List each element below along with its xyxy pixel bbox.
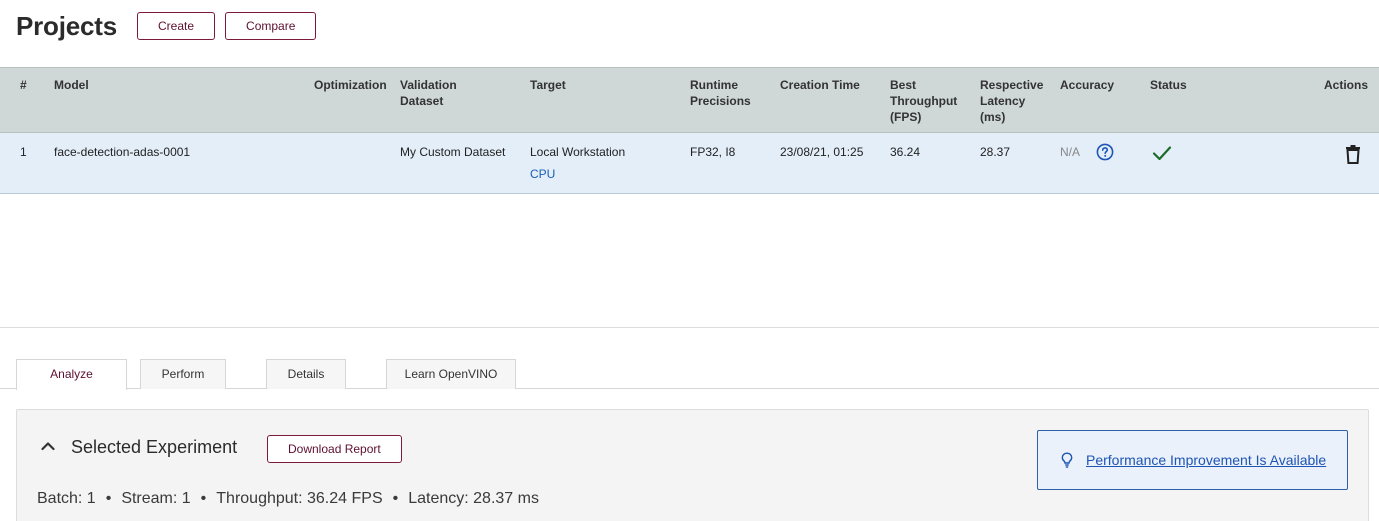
summary-separator: • bbox=[105, 490, 112, 507]
column-header-status[interactable]: Status bbox=[1150, 77, 1187, 93]
column-header-best-throughput[interactable]: Best Throughput (FPS) bbox=[890, 77, 960, 125]
row-target-name: Local Workstation bbox=[530, 145, 626, 159]
column-header-model[interactable]: Model bbox=[54, 77, 89, 93]
experiment-summary: Batch: 1 • Stream: 1 • Throughput: 36.24… bbox=[37, 490, 539, 508]
column-header-actions: Actions bbox=[1324, 78, 1369, 92]
row-target: Local Workstation CPU bbox=[530, 144, 625, 182]
summary-latency: Latency: 28.37 ms bbox=[408, 490, 539, 507]
section-divider bbox=[0, 327, 1379, 328]
projects-table: # Model Optimization Validation Dataset … bbox=[0, 67, 1379, 194]
row-validation-dataset: My Custom Dataset bbox=[400, 145, 506, 159]
summary-stream: Stream: 1 bbox=[121, 490, 191, 507]
trash-icon[interactable] bbox=[1344, 144, 1362, 164]
summary-separator: • bbox=[200, 490, 207, 507]
compare-button[interactable]: Compare bbox=[225, 12, 317, 40]
row-respective-latency: 28.37 bbox=[980, 145, 1011, 159]
tab-analyze[interactable]: Analyze bbox=[16, 359, 127, 390]
column-header-num[interactable]: # bbox=[20, 77, 27, 93]
panel-title: Selected Experiment bbox=[71, 437, 238, 457]
summary-batch: Batch: 1 bbox=[37, 490, 96, 507]
row-creation-time: 23/08/21, 01:25 bbox=[780, 145, 864, 159]
question-circle-icon[interactable] bbox=[1096, 143, 1114, 161]
row-accuracy: N/A bbox=[1060, 145, 1081, 159]
performance-improvement-link[interactable]: Performance Improvement Is Available bbox=[1086, 452, 1326, 468]
performance-hint-box: Performance Improvement Is Available bbox=[1037, 430, 1348, 490]
tab-bar: Analyze Perform Details Learn OpenVINO bbox=[0, 359, 1379, 390]
row-number: 1 bbox=[20, 145, 27, 159]
column-header-accuracy[interactable]: Accuracy bbox=[1060, 77, 1114, 93]
page-header: Projects Create Compare bbox=[16, 10, 326, 41]
page-title: Projects bbox=[16, 10, 118, 41]
create-button[interactable]: Create bbox=[137, 12, 216, 40]
summary-separator: • bbox=[392, 490, 399, 507]
column-header-target[interactable]: Target bbox=[530, 77, 566, 93]
column-header-validation-dataset[interactable]: Validation Dataset bbox=[400, 77, 480, 109]
row-best-throughput: 36.24 bbox=[890, 145, 921, 159]
column-header-respective-latency[interactable]: Respective Latency (ms) bbox=[980, 77, 1046, 125]
tab-learn-openvino[interactable]: Learn OpenVINO bbox=[386, 359, 516, 389]
column-header-optimization[interactable]: Optimization bbox=[314, 77, 387, 93]
column-header-creation-time[interactable]: Creation Time bbox=[780, 77, 860, 93]
check-icon bbox=[1152, 146, 1172, 161]
chevron-up-icon[interactable] bbox=[41, 441, 55, 451]
table-header: # Model Optimization Validation Dataset … bbox=[0, 67, 1379, 133]
download-report-button[interactable]: Download Report bbox=[267, 435, 402, 463]
summary-throughput: Throughput: 36.24 FPS bbox=[216, 490, 383, 507]
column-header-runtime-precisions[interactable]: Runtime Precisions bbox=[690, 77, 760, 109]
tab-perform[interactable]: Perform bbox=[140, 359, 226, 389]
row-target-device: CPU bbox=[530, 167, 556, 181]
row-model-name: face-detection-adas-0001 bbox=[54, 145, 191, 159]
row-runtime-precisions: FP32, I8 bbox=[690, 145, 736, 159]
tab-details[interactable]: Details bbox=[266, 359, 346, 389]
lightbulb-icon bbox=[1061, 452, 1073, 468]
selected-experiment-panel: Selected Experiment Download Report Batc… bbox=[16, 409, 1369, 521]
table-row[interactable]: 1 face-detection-adas-0001 My Custom Dat… bbox=[0, 133, 1379, 194]
